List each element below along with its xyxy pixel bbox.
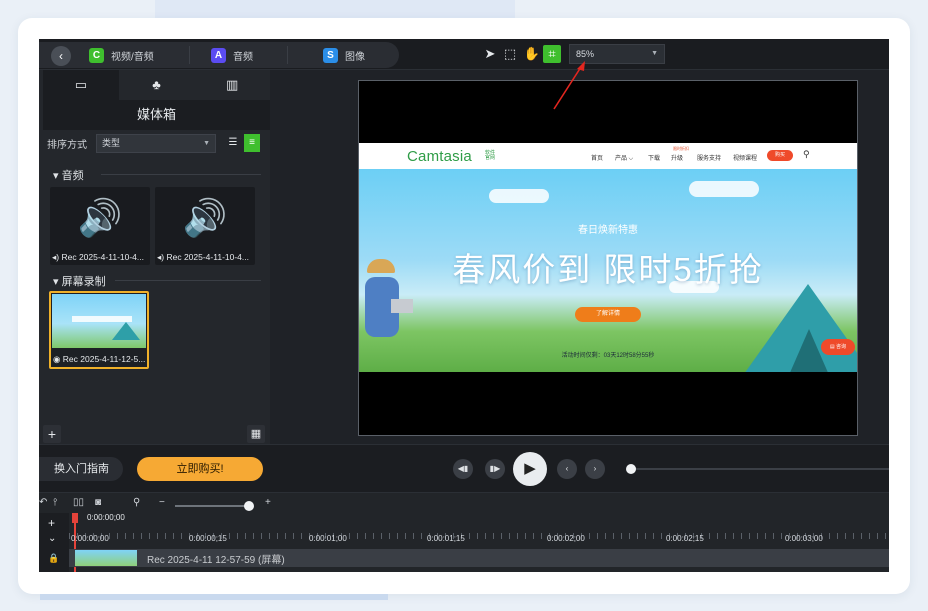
hero-banner: 春日焕新特惠 春风价到 限时5折抢 了解详情 活动时间仅剩：03天12时58分5…	[359, 169, 857, 372]
caret-down-icon: ▾	[53, 170, 59, 182]
section-title: 音频	[61, 170, 84, 182]
tick-label: 0:00:01;00	[309, 534, 347, 543]
clip-thumbnail	[75, 550, 137, 566]
clip-label: Rec 2025-4-11 12-57-59 (屏幕)	[147, 555, 285, 566]
speaker-icon: 🔊	[182, 197, 228, 238]
add-media-button[interactable]: +	[43, 425, 61, 443]
recording-thumbnail	[52, 294, 146, 348]
hero-subtitle: 春日焕新特惠	[578, 225, 638, 236]
tick-label: 0:00:01;15	[427, 534, 465, 543]
grid-view-icon[interactable]: ▦	[247, 425, 265, 443]
tick-label: 0:00:00;15	[189, 534, 227, 543]
previous-icon[interactable]: ‹	[557, 459, 577, 479]
caret-down-icon: ▾	[53, 276, 59, 288]
media-item-label: ◉ Rec 2025-4-11-12-5...	[53, 354, 146, 364]
step-forward-icon[interactable]: ▮▶	[485, 459, 505, 479]
section-title: 屏幕录制	[61, 276, 106, 288]
background-strip-bottom	[40, 594, 388, 600]
getting-started-button[interactable]: 换入门指南	[39, 457, 123, 481]
zoom-out-icon[interactable]: −	[159, 497, 165, 508]
split-icon[interactable]: ▯▯	[73, 497, 84, 508]
tick-label: 0:00:02;00	[547, 534, 585, 543]
undo-icon[interactable]: ↶	[39, 497, 47, 508]
zoom-search-icon[interactable]: ⚲	[133, 497, 140, 508]
play-icon[interactable]: ▶	[513, 452, 547, 486]
snapshot-icon[interactable]: ◙	[95, 497, 101, 508]
cloud	[489, 189, 549, 203]
timeline-tools: ↶ ⫯ ▯▯ ◙ ⚲ − +	[39, 495, 299, 513]
divider	[101, 174, 261, 175]
buy-now-button[interactable]: 立即购买!	[137, 457, 263, 481]
laptop	[391, 299, 413, 313]
cut-icon[interactable]: ⫯	[53, 497, 57, 508]
tick-label: 0:00:00;00	[71, 534, 109, 543]
timeline-track[interactable]: Rec 2025-4-11 12-57-59 (屏幕)	[69, 549, 889, 567]
camtasia-window: ‹ C 视频/音频 A 音频 S 图像 ➤ ⬚ ✋ ⌗ 85% ▼ ▭ ♣ ▥ …	[39, 39, 889, 572]
collapse-tracks-icon[interactable]: ⌄	[48, 533, 56, 544]
lock-track-icon[interactable]: 🔒	[48, 553, 59, 564]
playhead-flag	[72, 513, 78, 523]
annotation-arrow	[553, 61, 585, 110]
hero-illustration-person	[361, 259, 413, 369]
media-item-label: ◂) Rec 2025-4-11-10-4...	[52, 252, 144, 262]
zoom-in-icon[interactable]: +	[265, 497, 271, 508]
hat	[367, 259, 395, 273]
scrubber-knob[interactable]	[626, 464, 636, 474]
website-preview: Camtasia 软件 官网 首页 产品 ⌵ 下载 限时折扣 升级 服务支持 视频…	[359, 143, 857, 372]
hero-details-button: 了解详情	[575, 307, 641, 322]
timeline: ↶ ⫯ ▯▯ ◙ ⚲ − + + ⌄ 🔒 0:00:00;00 0:00:00;…	[39, 492, 889, 572]
next-icon[interactable]: ›	[585, 459, 605, 479]
cloud	[689, 181, 759, 197]
media-item-recording[interactable]: ◉ Rec 2025-4-11-12-5...	[49, 291, 149, 369]
add-track-icon[interactable]: +	[48, 516, 55, 530]
speaker-icon: 🔊	[77, 197, 123, 238]
section-audio[interactable]: ▾ 音频	[53, 167, 261, 183]
scrubber-track[interactable]	[635, 468, 889, 470]
tick-label: 0:00:02;15	[666, 534, 704, 543]
track-controls: + ⌄ 🔒	[39, 513, 69, 572]
timeline-zoom-slider[interactable]	[175, 505, 249, 507]
section-screen-recording[interactable]: ▾ 屏幕录制	[53, 273, 261, 289]
background-strip	[155, 0, 515, 20]
playhead-time: 0:00:00;00	[87, 513, 125, 522]
step-back-icon[interactable]: ◀▮	[453, 459, 473, 479]
chat-button: ▤ 咨询	[821, 339, 855, 355]
tick-label: 0:00:03;00	[785, 534, 823, 543]
timeline-zoom-knob[interactable]	[244, 501, 254, 511]
playback-bar: 换入门指南 立即购买! ◀▮ ▮▶ ▶ ‹ ›	[39, 444, 889, 492]
media-item-label: ◂) Rec 2025-4-11-10-4...	[157, 252, 249, 262]
divider	[115, 280, 261, 281]
media-item-audio[interactable]: 🔊 ◂) Rec 2025-4-11-10-4...	[50, 187, 150, 265]
thumbnail-tent	[112, 322, 140, 340]
media-item-audio[interactable]: 🔊 ◂) Rec 2025-4-11-10-4...	[155, 187, 255, 265]
